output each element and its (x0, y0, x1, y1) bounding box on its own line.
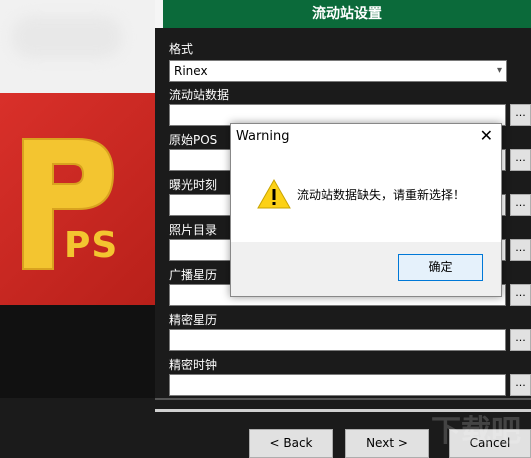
field-label-broadcast-ephemeris: 广播星历 (169, 268, 218, 282)
back-button[interactable]: < Back (249, 429, 333, 458)
field-label-rover-data: 流动站数据 (169, 88, 230, 102)
format-label: 格式 (169, 42, 194, 56)
header-bar: 流动站设置 (163, 0, 531, 28)
ok-button[interactable]: 确定 (398, 254, 483, 281)
format-value: Rinex (174, 64, 208, 78)
format-select[interactable]: Rinex ▾ (169, 60, 507, 82)
warning-icon (257, 179, 291, 209)
field-label-exposure-time: 曝光时刻 (169, 178, 218, 192)
field-label-photo-dir: 照片目录 (169, 223, 218, 237)
precise-clock-browse-button[interactable]: ... (510, 374, 531, 396)
precise-clock-input[interactable] (169, 374, 506, 396)
photo-dir-browse-button[interactable]: ... (510, 239, 531, 261)
close-icon[interactable]: ✕ (480, 126, 493, 145)
exposure-time-browse-button[interactable]: ... (510, 194, 531, 216)
field-label-raw-pos: 原始POS (169, 133, 218, 147)
divider (155, 398, 531, 400)
dialog-title: Warning (236, 129, 290, 144)
next-button[interactable]: Next > (345, 429, 429, 458)
broadcast-ephemeris-browse-button[interactable]: ... (510, 284, 531, 306)
logo-text: PS (64, 225, 119, 266)
precise-ephemeris-input[interactable] (169, 329, 506, 351)
left-panel-top (0, 0, 155, 93)
raw-pos-browse-button[interactable]: ... (510, 149, 531, 171)
dialog-message: 流动站数据缺失，请重新选择！ (297, 188, 466, 202)
app-logo: PS (0, 93, 155, 305)
left-panel-bottom (0, 305, 155, 398)
chevron-down-icon: ▾ (496, 65, 502, 76)
watermark: 下载吧 (431, 414, 521, 449)
rover-data-browse-button[interactable]: ... (510, 104, 531, 126)
page-title: 流动站设置 (312, 6, 382, 22)
warning-dialog: Warning ✕ 流动站数据缺失，请重新选择！ 确定 (230, 123, 502, 297)
field-label-precise-clock: 精密时钟 (169, 358, 218, 372)
precise-ephemeris-browse-button[interactable]: ... (510, 329, 531, 351)
field-label-precise-ephemeris: 精密星历 (169, 313, 218, 327)
